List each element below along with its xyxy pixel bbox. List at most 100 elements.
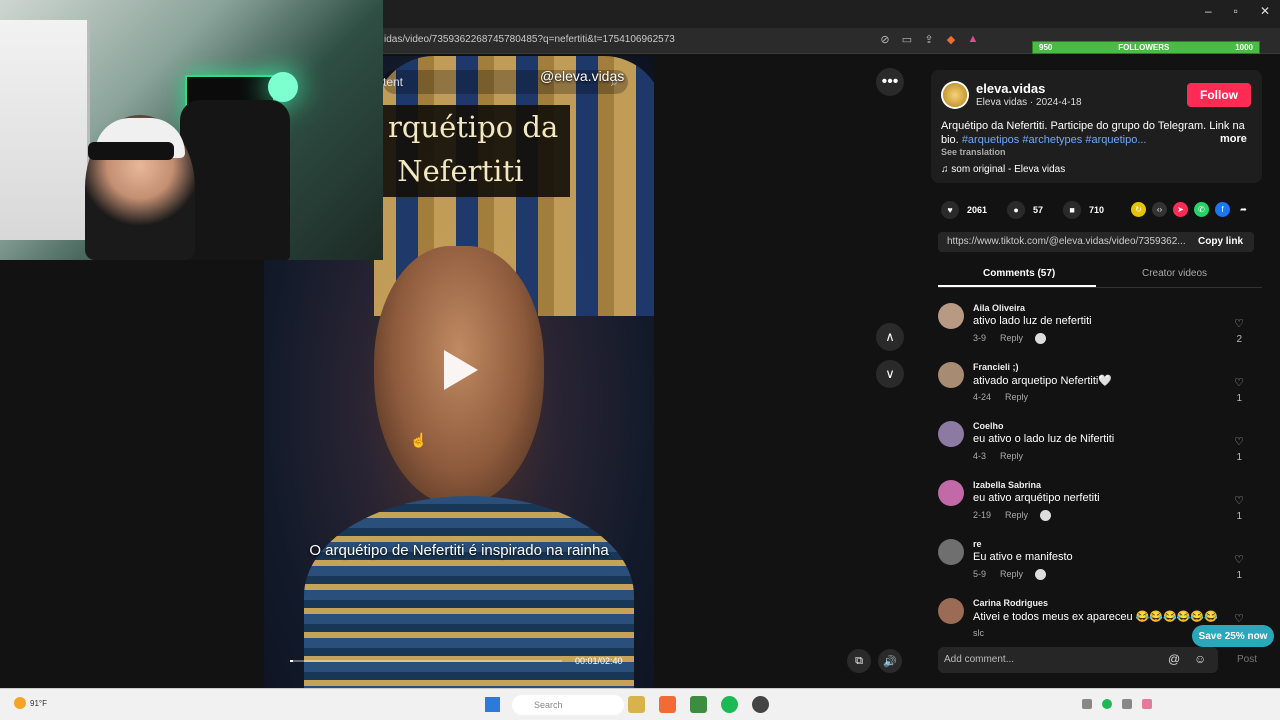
more-link[interactable]: more <box>1220 133 1247 145</box>
commenter-name[interactable]: Francieli ;) <box>973 362 1019 372</box>
system-tray <box>1082 699 1152 709</box>
maximize-icon[interactable]: ▫ <box>1234 4 1238 18</box>
brave-browser-icon[interactable] <box>659 696 676 713</box>
post-comment-button[interactable]: Post <box>1237 654 1257 665</box>
sun-icon <box>14 697 26 709</box>
send-icon[interactable]: ➤ <box>1173 202 1188 217</box>
share-icon[interactable]: ⇪ <box>922 32 936 46</box>
reply-button[interactable]: Reply <box>1000 569 1023 579</box>
comment-date: 4-24 <box>973 392 992 402</box>
brave-shield-icon[interactable]: ◆ <box>944 32 958 46</box>
obs-icon[interactable] <box>752 696 769 713</box>
screen: – ▫ ✕ idas/video/7359362268745780485?q=n… <box>0 0 1280 720</box>
reply-button[interactable]: Reply <box>1005 510 1028 520</box>
webcam-chair <box>180 100 290 260</box>
video-title-overlay: rquétipo da Nefertiti <box>382 105 570 197</box>
webcam-glasses <box>88 142 174 160</box>
creator-username[interactable]: eleva.vidas <box>976 81 1045 96</box>
comment-text: ativado arquetipo Nefertiti🤍 <box>973 375 1113 387</box>
tray-icon[interactable] <box>1122 699 1132 709</box>
commenter-avatar[interactable] <box>938 480 964 506</box>
commenter-avatar[interactable] <box>938 598 964 624</box>
comment-meta: 4-3 Reply <box>973 451 1023 461</box>
followers-target: 1000 <box>1235 43 1253 52</box>
comment-item: Francieli ;) ativado arquetipo Nefertiti🤍… <box>938 362 1254 412</box>
reply-button[interactable]: Reply <box>1000 451 1023 461</box>
facebook-icon[interactable]: f <box>1215 202 1230 217</box>
volume-button[interactable]: 🔊 <box>878 649 902 673</box>
comment-like-icon[interactable]: ♡ <box>1234 317 1244 330</box>
comment-date: 2-19 <box>973 510 992 520</box>
window-controls: – ▫ ✕ <box>1205 4 1270 18</box>
spotify-tray-icon[interactable] <box>1102 699 1112 709</box>
previous-video-button[interactable]: ∧ <box>876 323 904 351</box>
search-text: tent <box>383 75 404 89</box>
microphone-icon[interactable] <box>1142 699 1152 709</box>
taskbar-search[interactable]: Search <box>512 695 624 715</box>
commenter-name[interactable]: Carina Rodrigues <box>973 598 1048 608</box>
save-offer-button[interactable]: Save 25% now <box>1192 625 1274 647</box>
emoji-icon[interactable]: ☺ <box>1194 652 1206 666</box>
next-video-button[interactable]: ∨ <box>876 360 904 388</box>
file-explorer-icon[interactable] <box>628 696 645 713</box>
brave-rewards-icon[interactable]: ▲ <box>966 32 980 46</box>
creator-display-name: Eleva vidas · 2024-4-18 <box>976 97 1082 108</box>
tab-creator-videos[interactable]: Creator videos <box>1142 268 1207 279</box>
comment-like-icon[interactable]: ♡ <box>1234 376 1244 389</box>
mention-icon[interactable]: @ <box>1168 652 1180 666</box>
music-link[interactable]: ♫ som original - Eleva vidas <box>941 164 1065 175</box>
comment-like-icon[interactable]: ♡ <box>1234 612 1244 625</box>
comment-item: re Eu ativo e manifesto 5-9 Reply ♡ 1 <box>938 539 1254 589</box>
see-translation-link[interactable]: See translation <box>941 147 1006 157</box>
webcam-overlay <box>0 0 383 260</box>
minimize-icon[interactable]: – <box>1205 4 1212 18</box>
commenter-avatar[interactable] <box>938 421 964 447</box>
reply-button[interactable]: Reply <box>1000 333 1023 343</box>
comment-like-icon[interactable]: ♡ <box>1234 553 1244 566</box>
play-icon[interactable] <box>444 350 478 390</box>
url-text[interactable]: idas/video/7359362268745780485?q=neferti… <box>384 34 675 45</box>
comment-like-icon[interactable]: ♡ <box>1234 494 1244 507</box>
repost-icon[interactable]: ↻ <box>1131 202 1146 217</box>
commenter-avatar[interactable] <box>938 303 964 329</box>
copy-link-button[interactable]: Copy link <box>1198 236 1243 247</box>
description-hashtags[interactable]: #arquetipos #archetypes #arquetipo... <box>962 134 1147 146</box>
comment-meta: slc <box>973 628 998 638</box>
more-options-button[interactable]: ••• <box>876 68 904 96</box>
comment-like-icon[interactable]: ♡ <box>1234 435 1244 448</box>
post-description: Arquétipo da Nefertiti. Participe do gru… <box>941 119 1251 147</box>
taskbar-apps <box>628 696 769 713</box>
comment-like-count: 1 <box>1236 570 1242 581</box>
creator-liked-icon <box>1035 569 1047 581</box>
commenter-name[interactable]: re <box>973 539 982 549</box>
commenter-avatar[interactable] <box>938 362 964 388</box>
creator-avatar[interactable] <box>941 81 969 109</box>
comment-meta: 2-19 Reply <box>973 510 1052 522</box>
bookmark-icon[interactable]: ■ <box>1063 201 1082 219</box>
share-arrow-icon[interactable]: ➦ <box>1236 202 1251 217</box>
comment-icon[interactable]: ● <box>1007 201 1026 219</box>
close-icon[interactable]: ✕ <box>1260 4 1270 18</box>
follow-button[interactable]: Follow <box>1187 83 1251 107</box>
reply-button[interactable]: Reply <box>1005 392 1028 402</box>
mute-icon[interactable]: ⊘ <box>878 32 892 46</box>
embed-icon[interactable]: ‹› <box>1152 202 1167 217</box>
spotify-icon[interactable] <box>721 696 738 713</box>
video-timecode: 00:01/02:40 <box>575 656 623 666</box>
comment-date: 4-3 <box>973 451 987 461</box>
heart-icon[interactable]: ♥ <box>941 201 959 219</box>
video-progress-bar[interactable] <box>290 660 562 662</box>
weather-widget[interactable]: 91°F <box>14 697 47 709</box>
whatsapp-icon[interactable]: ✆ <box>1194 202 1209 217</box>
floating-player-button[interactable]: ⧉ <box>847 649 871 673</box>
tray-icon[interactable] <box>1082 699 1092 709</box>
address-bar-icons: ⊘ ▭ ⇪ ◆ ▲ <box>878 32 980 46</box>
commenter-avatar[interactable] <box>938 539 964 565</box>
minecraft-icon[interactable] <box>690 696 707 713</box>
tab-comments[interactable]: Comments (57) <box>983 268 1055 279</box>
windows-start-icon[interactable] <box>485 697 500 712</box>
commenter-name[interactable]: Izabella Sabrina <box>973 480 1041 490</box>
cast-icon[interactable]: ▭ <box>900 32 914 46</box>
commenter-name[interactable]: Coelho <box>973 421 1004 431</box>
commenter-name[interactable]: Aila Oliveira <box>973 303 1025 313</box>
